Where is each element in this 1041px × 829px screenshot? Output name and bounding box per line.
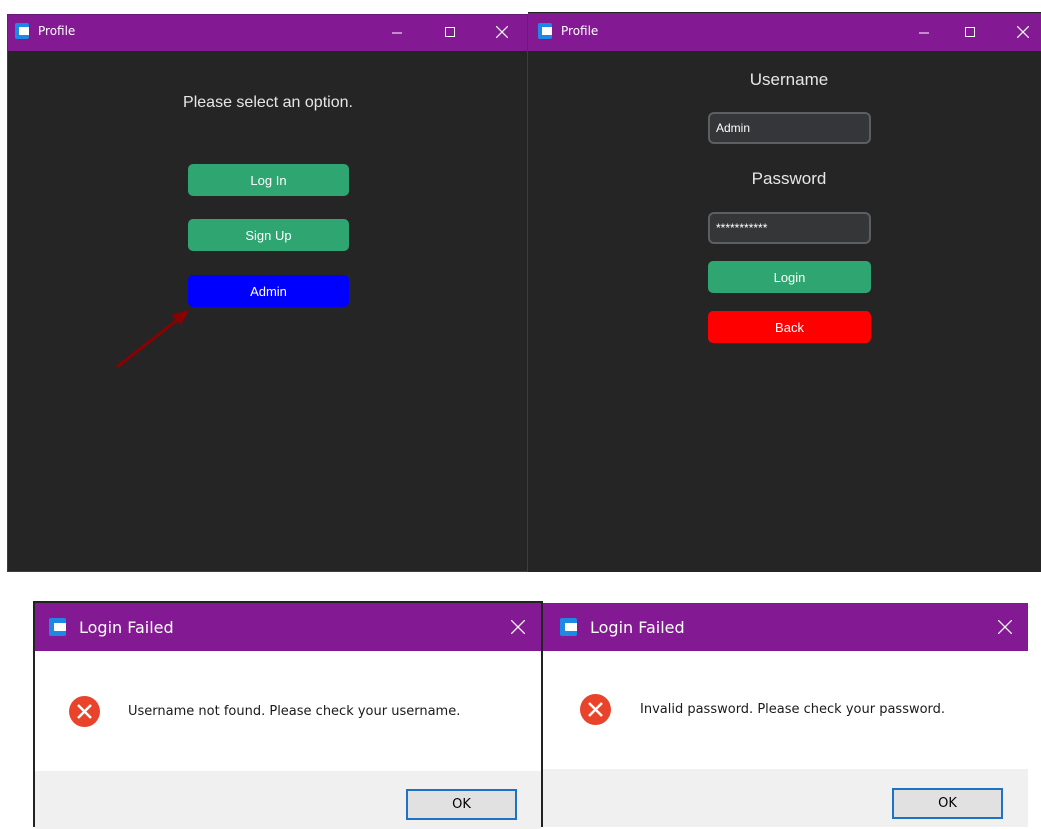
title-bar[interactable]: Profile	[8, 15, 527, 51]
close-icon	[1017, 26, 1029, 38]
pointer-arrow	[116, 310, 189, 369]
close-button[interactable]	[479, 15, 525, 49]
title-bar[interactable]: Profile	[528, 13, 1041, 51]
maximize-icon	[965, 27, 975, 37]
error-icon	[580, 694, 611, 725]
password-field[interactable]: ***********	[708, 212, 871, 244]
dialog-title: Login Failed	[79, 618, 174, 637]
dialog-title-bar[interactable]: Login Failed	[543, 603, 1028, 651]
app-icon	[560, 618, 577, 636]
close-button[interactable]	[1000, 13, 1041, 51]
dialog-body: Invalid password. Please check your pass…	[543, 651, 1028, 769]
minimize-icon	[919, 32, 929, 34]
dialog-title: Login Failed	[590, 618, 685, 637]
profile-window-menu: Profile Please select an option. Log In …	[7, 14, 528, 572]
app-icon	[49, 618, 66, 636]
dialog-message: Username not found. Please check your us…	[128, 704, 461, 719]
error-icon	[69, 696, 100, 727]
app-icon	[538, 23, 552, 39]
login-failed-dialog-password: Login Failed Invalid password. Please ch…	[543, 603, 1028, 827]
password-label: Password	[751, 169, 827, 188]
ok-button[interactable]: OK	[892, 788, 1003, 819]
log-in-button[interactable]: Log In	[188, 164, 349, 196]
minimize-icon	[392, 32, 402, 34]
dialog-message: Invalid password. Please check your pass…	[640, 702, 946, 717]
dialog-footer: OK	[35, 771, 541, 829]
login-failed-dialog-username: Login Failed Username not found. Please …	[33, 601, 543, 829]
username-label: Username	[749, 70, 829, 89]
select-option-prompt: Please select an option.	[183, 94, 353, 111]
profile-window-admin-login: Profile Username Admin Password ********…	[528, 12, 1041, 572]
back-button[interactable]: Back	[708, 311, 871, 343]
maximize-icon	[445, 27, 455, 37]
app-icon	[15, 23, 29, 39]
close-button[interactable]	[982, 603, 1028, 651]
dialog-body: Username not found. Please check your us…	[35, 651, 541, 771]
sign-up-button[interactable]: Sign Up	[188, 219, 349, 251]
window-title: Profile	[561, 24, 599, 38]
ok-button[interactable]: OK	[406, 789, 517, 820]
close-icon	[511, 620, 525, 634]
login-button[interactable]: Login	[708, 261, 871, 293]
dialog-footer: OK	[543, 769, 1028, 827]
maximize-button[interactable]	[947, 13, 993, 51]
window-title: Profile	[38, 24, 76, 38]
dialog-title-bar[interactable]: Login Failed	[35, 603, 541, 651]
username-field[interactable]: Admin	[708, 112, 871, 144]
close-icon	[496, 26, 508, 38]
maximize-button[interactable]	[427, 15, 473, 49]
close-icon	[998, 620, 1012, 634]
close-button[interactable]	[495, 603, 541, 651]
admin-button[interactable]: Admin	[188, 275, 349, 307]
minimize-button[interactable]	[901, 13, 947, 51]
minimize-button[interactable]	[374, 15, 420, 49]
